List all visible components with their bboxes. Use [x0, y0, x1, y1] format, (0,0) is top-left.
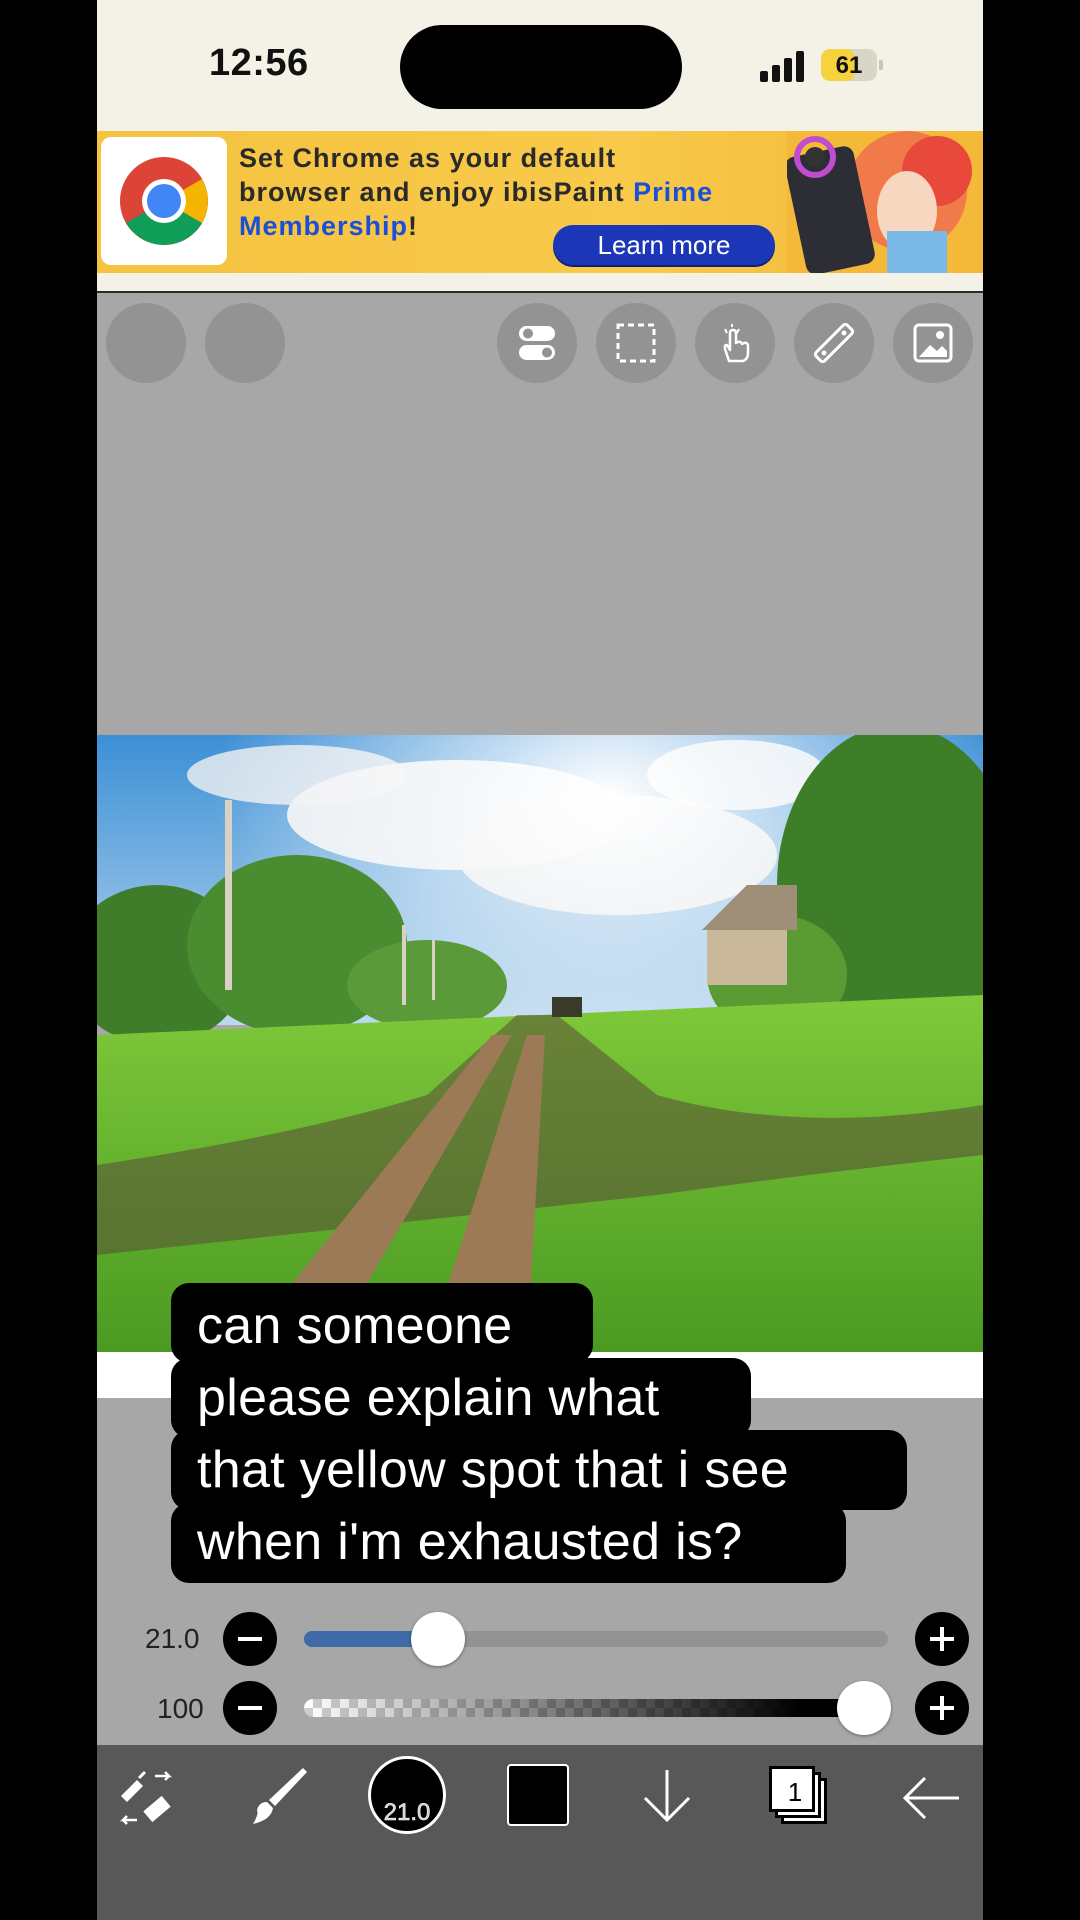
brush-size-icon-label: 21.0: [383, 1799, 431, 1827]
toggle-settings-icon: [519, 326, 555, 360]
battery-icon: 61: [821, 49, 877, 81]
ruler-icon: [814, 323, 854, 363]
caption-line-2: please explain what: [197, 1369, 660, 1427]
redo-button[interactable]: [205, 303, 285, 383]
reference-image-button[interactable]: [893, 303, 973, 383]
battery-level: 61: [835, 52, 863, 79]
brush-icon: [253, 1768, 307, 1824]
selection-icon: [616, 323, 656, 363]
brush-size-plus-button[interactable]: [915, 1612, 969, 1666]
ad-banner[interactable]: Set Chrome as your default browser and e…: [97, 131, 983, 273]
battery-tip: [879, 60, 883, 70]
brush-size-slider[interactable]: [304, 1631, 888, 1647]
image-icon: [913, 323, 953, 363]
download-button[interactable]: [639, 1766, 695, 1831]
dynamic-island: [400, 25, 682, 109]
ad-line-1: Set Chrome as your default: [239, 143, 617, 173]
opacity-minus-button[interactable]: [223, 1681, 277, 1735]
caption-line-1: can someone: [197, 1297, 513, 1355]
caption-line-3: that yellow spot that i see: [197, 1441, 789, 1499]
selection-button[interactable]: [596, 303, 676, 383]
tool-selector-button[interactable]: [115, 1766, 179, 1835]
back-button[interactable]: [899, 1770, 963, 1831]
brush-size-minus-button[interactable]: [223, 1612, 277, 1666]
ruler-button[interactable]: [794, 303, 874, 383]
phone-screen: 12:56 61 Set Chrome as your default brow…: [97, 0, 983, 1920]
brush-size-button[interactable]: 21.0: [368, 1756, 446, 1834]
ad-line-2: browser and enjoy ibisPaint Prime: [239, 177, 714, 207]
layer-count: 1: [787, 1777, 803, 1807]
caption-line-4: when i'm exhausted is?: [197, 1513, 743, 1571]
ad-highlight-prime: Prime: [633, 177, 714, 207]
tool-selector-icon: [119, 1770, 173, 1825]
chrome-logo-icon: [101, 137, 227, 265]
gesture-hand-icon: [723, 324, 750, 363]
layers-button[interactable]: 1: [769, 1766, 829, 1826]
canvas-image[interactable]: [97, 735, 983, 1352]
brush-size-value: 21.0: [145, 1623, 200, 1654]
opacity-value: 100: [157, 1693, 204, 1724]
settings-toggle-button[interactable]: [497, 303, 577, 383]
color-icon[interactable]: [507, 1764, 569, 1826]
ad-divider: [97, 273, 983, 293]
caption: can someone please explain what that yel…: [197, 1290, 789, 1578]
opacity-knob[interactable]: [837, 1681, 891, 1735]
status-time: 12:56: [209, 42, 309, 84]
brush-size-knob[interactable]: [411, 1612, 466, 1666]
signal-icon: [760, 50, 806, 82]
learn-more-button[interactable]: Learn more: [553, 225, 775, 265]
undo-button[interactable]: [106, 303, 186, 383]
opacity-plus-button[interactable]: [915, 1681, 969, 1735]
brush-button[interactable]: [245, 1764, 309, 1835]
ad-highlight-membership: Membership: [239, 211, 409, 241]
opacity-slider[interactable]: [304, 1699, 888, 1717]
ad-artwork: [787, 131, 983, 273]
gesture-button[interactable]: [695, 303, 775, 383]
back-arrow-icon: [902, 1776, 959, 1820]
download-icon: [643, 1770, 691, 1823]
status-bar: 12:56 61: [97, 0, 983, 131]
